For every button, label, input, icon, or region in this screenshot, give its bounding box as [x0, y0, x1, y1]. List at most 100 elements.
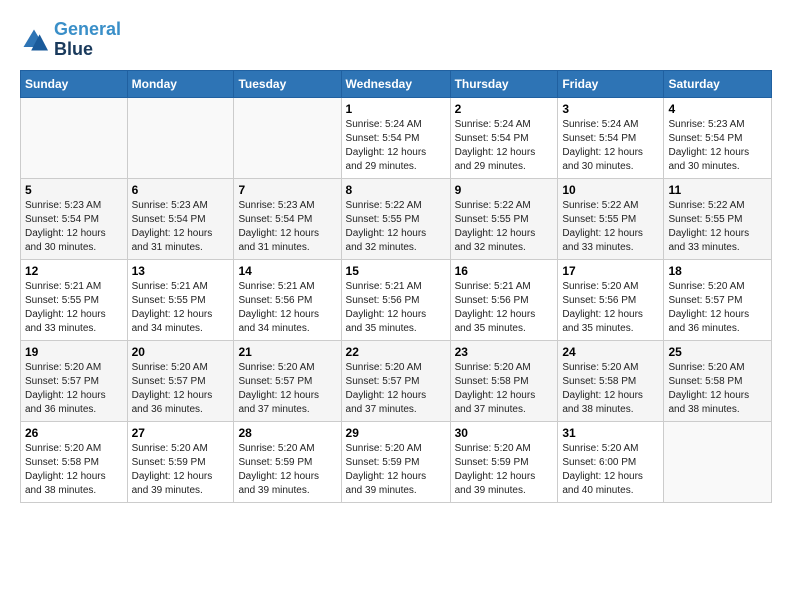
day-header-thursday: Thursday — [450, 70, 558, 97]
calendar-cell: 8 Sunrise: 5:22 AM Sunset: 5:55 PM Daylig… — [341, 178, 450, 259]
day-info: Sunrise: 5:22 AM Sunset: 5:55 PM Dayligh… — [668, 199, 767, 255]
day-header-wednesday: Wednesday — [341, 70, 450, 97]
page-header: General Blue — [20, 20, 772, 60]
day-number: 23 — [455, 345, 554, 359]
day-info: Sunrise: 5:22 AM Sunset: 5:55 PM Dayligh… — [346, 199, 446, 255]
day-number: 17 — [562, 264, 659, 278]
day-info: Sunrise: 5:20 AM Sunset: 5:57 PM Dayligh… — [668, 280, 767, 336]
day-number: 30 — [455, 426, 554, 440]
logo: General Blue — [20, 20, 121, 60]
calendar-cell: 20 Sunrise: 5:20 AM Sunset: 5:57 PM Dayli… — [127, 340, 234, 421]
day-info: Sunrise: 5:20 AM Sunset: 5:58 PM Dayligh… — [668, 361, 767, 417]
day-info: Sunrise: 5:20 AM Sunset: 5:58 PM Dayligh… — [455, 361, 554, 417]
day-number: 4 — [668, 102, 767, 116]
week-row-2: 5 Sunrise: 5:23 AM Sunset: 5:54 PM Daylig… — [21, 178, 772, 259]
calendar-cell: 1 Sunrise: 5:24 AM Sunset: 5:54 PM Daylig… — [341, 97, 450, 178]
day-number: 26 — [25, 426, 123, 440]
day-number: 8 — [346, 183, 446, 197]
day-info: Sunrise: 5:20 AM Sunset: 5:59 PM Dayligh… — [346, 442, 446, 498]
calendar-cell: 4Sunrise: 5:23 AM Sunset: 5:54 PM Daylig… — [664, 97, 772, 178]
day-info: Sunrise: 5:24 AM Sunset: 5:54 PM Dayligh… — [562, 118, 659, 174]
day-number: 6 — [132, 183, 230, 197]
day-info: Sunrise: 5:20 AM Sunset: 5:56 PM Dayligh… — [562, 280, 659, 336]
calendar-cell: 6 Sunrise: 5:23 AM Sunset: 5:54 PM Daylig… — [127, 178, 234, 259]
calendar-cell: 9 Sunrise: 5:22 AM Sunset: 5:55 PM Daylig… — [450, 178, 558, 259]
calendar-cell: 5 Sunrise: 5:23 AM Sunset: 5:54 PM Daylig… — [21, 178, 128, 259]
day-info: Sunrise: 5:21 AM Sunset: 5:55 PM Dayligh… — [25, 280, 123, 336]
day-number: 5 — [25, 183, 123, 197]
week-row-4: 19 Sunrise: 5:20 AM Sunset: 5:57 PM Dayli… — [21, 340, 772, 421]
day-info: Sunrise: 5:24 AM Sunset: 5:54 PM Dayligh… — [346, 118, 446, 174]
calendar-cell — [664, 421, 772, 502]
calendar-cell: 14 Sunrise: 5:21 AM Sunset: 5:56 PM Dayli… — [234, 259, 341, 340]
logo-icon — [20, 26, 48, 54]
day-info: Sunrise: 5:20 AM Sunset: 5:59 PM Dayligh… — [238, 442, 336, 498]
day-info: Sunrise: 5:20 AM Sunset: 5:57 PM Dayligh… — [132, 361, 230, 417]
day-info: Sunrise: 5:20 AM Sunset: 5:59 PM Dayligh… — [132, 442, 230, 498]
calendar-cell: 21 Sunrise: 5:20 AM Sunset: 5:57 PM Dayli… — [234, 340, 341, 421]
day-number: 21 — [238, 345, 336, 359]
calendar-cell: 30 Sunrise: 5:20 AM Sunset: 5:59 PM Dayli… — [450, 421, 558, 502]
day-header-friday: Friday — [558, 70, 664, 97]
day-number: 15 — [346, 264, 446, 278]
calendar-cell: 13 Sunrise: 5:21 AM Sunset: 5:55 PM Dayli… — [127, 259, 234, 340]
calendar-cell: 25 Sunrise: 5:20 AM Sunset: 5:58 PM Dayli… — [664, 340, 772, 421]
calendar-header: SundayMondayTuesdayWednesdayThursdayFrid… — [21, 70, 772, 97]
day-info: Sunrise: 5:20 AM Sunset: 5:58 PM Dayligh… — [25, 442, 123, 498]
day-number: 18 — [668, 264, 767, 278]
day-info: Sunrise: 5:20 AM Sunset: 5:59 PM Dayligh… — [455, 442, 554, 498]
calendar-cell: 26 Sunrise: 5:20 AM Sunset: 5:58 PM Dayli… — [21, 421, 128, 502]
calendar-cell: 23 Sunrise: 5:20 AM Sunset: 5:58 PM Dayli… — [450, 340, 558, 421]
calendar-cell: 15 Sunrise: 5:21 AM Sunset: 5:56 PM Dayli… — [341, 259, 450, 340]
day-info: Sunrise: 5:20 AM Sunset: 5:57 PM Dayligh… — [238, 361, 336, 417]
day-header-saturday: Saturday — [664, 70, 772, 97]
day-info: Sunrise: 5:23 AM Sunset: 5:54 PM Dayligh… — [132, 199, 230, 255]
day-number: 20 — [132, 345, 230, 359]
day-number: 9 — [455, 183, 554, 197]
calendar-cell: 12 Sunrise: 5:21 AM Sunset: 5:55 PM Dayli… — [21, 259, 128, 340]
day-number: 12 — [25, 264, 123, 278]
day-number: 10 — [562, 183, 659, 197]
calendar-cell: 17 Sunrise: 5:20 AM Sunset: 5:56 PM Dayli… — [558, 259, 664, 340]
calendar-table: SundayMondayTuesdayWednesdayThursdayFrid… — [20, 70, 772, 503]
day-info: Sunrise: 5:20 AM Sunset: 5:57 PM Dayligh… — [25, 361, 123, 417]
day-info: Sunrise: 5:20 AM Sunset: 6:00 PM Dayligh… — [562, 442, 659, 498]
day-number: 13 — [132, 264, 230, 278]
day-info: Sunrise: 5:22 AM Sunset: 5:55 PM Dayligh… — [455, 199, 554, 255]
calendar-cell: 18 Sunrise: 5:20 AM Sunset: 5:57 PM Dayli… — [664, 259, 772, 340]
calendar-cell — [234, 97, 341, 178]
calendar-cell: 7Sunrise: 5:23 AM Sunset: 5:54 PM Daylig… — [234, 178, 341, 259]
day-number: 31 — [562, 426, 659, 440]
day-header-sunday: Sunday — [21, 70, 128, 97]
day-info: Sunrise: 5:23 AM Sunset: 5:54 PM Dayligh… — [238, 199, 336, 255]
day-number: 24 — [562, 345, 659, 359]
calendar-cell: 19 Sunrise: 5:20 AM Sunset: 5:57 PM Dayli… — [21, 340, 128, 421]
day-info: Sunrise: 5:21 AM Sunset: 5:55 PM Dayligh… — [132, 280, 230, 336]
week-row-3: 12 Sunrise: 5:21 AM Sunset: 5:55 PM Dayli… — [21, 259, 772, 340]
day-info: Sunrise: 5:21 AM Sunset: 5:56 PM Dayligh… — [455, 280, 554, 336]
day-number: 14 — [238, 264, 336, 278]
day-number: 19 — [25, 345, 123, 359]
calendar-cell: 28Sunrise: 5:20 AM Sunset: 5:59 PM Dayli… — [234, 421, 341, 502]
calendar-cell: 11Sunrise: 5:22 AM Sunset: 5:55 PM Dayli… — [664, 178, 772, 259]
day-info: Sunrise: 5:20 AM Sunset: 5:58 PM Dayligh… — [562, 361, 659, 417]
day-info: Sunrise: 5:21 AM Sunset: 5:56 PM Dayligh… — [238, 280, 336, 336]
day-info: Sunrise: 5:20 AM Sunset: 5:57 PM Dayligh… — [346, 361, 446, 417]
calendar-cell: 3 Sunrise: 5:24 AM Sunset: 5:54 PM Daylig… — [558, 97, 664, 178]
day-number: 16 — [455, 264, 554, 278]
day-info: Sunrise: 5:23 AM Sunset: 5:54 PM Dayligh… — [25, 199, 123, 255]
day-number: 1 — [346, 102, 446, 116]
day-number: 27 — [132, 426, 230, 440]
day-number: 25 — [668, 345, 767, 359]
calendar-cell: 10 Sunrise: 5:22 AM Sunset: 5:55 PM Dayli… — [558, 178, 664, 259]
day-info: Sunrise: 5:24 AM Sunset: 5:54 PM Dayligh… — [455, 118, 554, 174]
day-number: 3 — [562, 102, 659, 116]
calendar-cell: 22Sunrise: 5:20 AM Sunset: 5:57 PM Dayli… — [341, 340, 450, 421]
day-header-tuesday: Tuesday — [234, 70, 341, 97]
day-info: Sunrise: 5:21 AM Sunset: 5:56 PM Dayligh… — [346, 280, 446, 336]
calendar-cell: 29 Sunrise: 5:20 AM Sunset: 5:59 PM Dayli… — [341, 421, 450, 502]
day-info: Sunrise: 5:22 AM Sunset: 5:55 PM Dayligh… — [562, 199, 659, 255]
day-number: 29 — [346, 426, 446, 440]
calendar-cell: 31 Sunrise: 5:20 AM Sunset: 6:00 PM Dayli… — [558, 421, 664, 502]
day-number: 2 — [455, 102, 554, 116]
